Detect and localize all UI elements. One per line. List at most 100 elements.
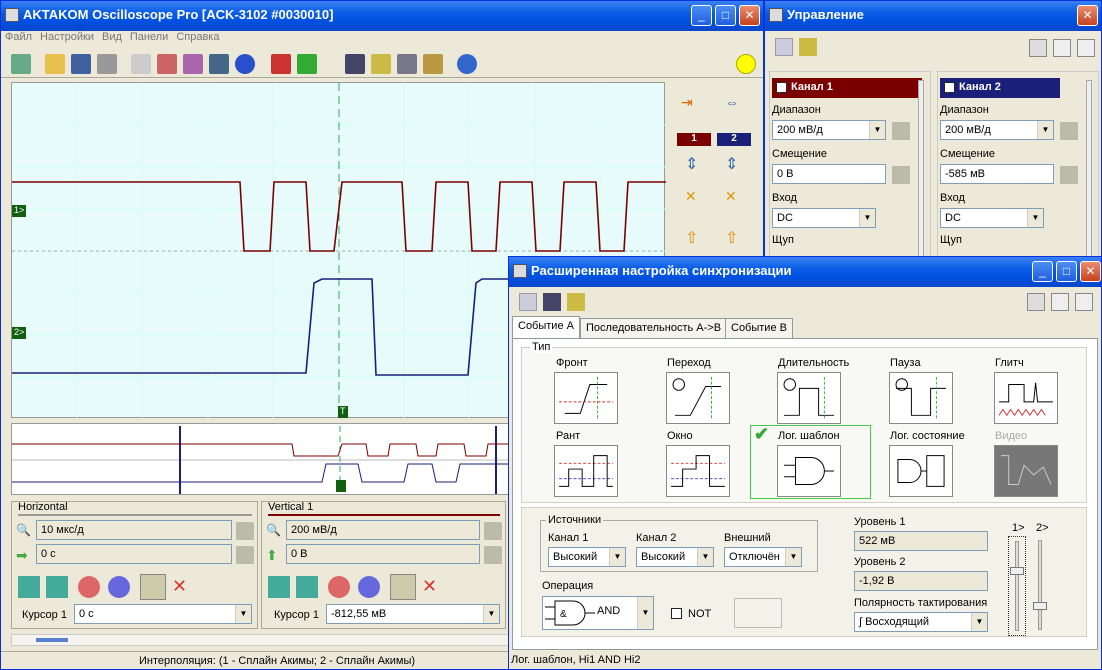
type-runt-button[interactable] [554,445,618,497]
ch1-input-select[interactable]: DC ▼ [772,208,876,228]
ch2-range-select[interactable]: 200 мВ/д ▼ [940,120,1054,140]
chevron-down-icon[interactable]: ▼ [1037,121,1053,139]
move-up-icon[interactable] [296,576,318,598]
compress-icon[interactable]: ⇥ [681,94,699,112]
sync-minimize-button[interactable]: _ [1032,261,1053,282]
minimize-button[interactable]: _ [691,5,712,26]
print-icon[interactable] [97,54,117,74]
sync-title-bar[interactable]: Расширенная настройка синхронизации [509,257,1101,287]
type-width-button[interactable] [777,372,841,424]
screen-icon[interactable] [209,54,229,74]
move-right-icon[interactable] [46,576,68,598]
src-ch1-select[interactable]: Высокий ▼ [548,547,626,567]
ch1-offset-field[interactable]: 0 В [772,164,886,184]
ch2-offset-field[interactable]: -585 мВ [940,164,1054,184]
save-icon[interactable] [71,54,91,74]
book-icon[interactable] [345,54,365,74]
expand-icon[interactable]: ⇔ [725,94,743,112]
h-cursor-select[interactable]: 0 с ▼ [74,604,252,624]
horizontal-scrollbar[interactable] [11,634,511,646]
channel2-checkbox[interactable]: ✔ [944,81,955,96]
ch2-offset-probe-icon[interactable] [1060,166,1078,184]
copy-icon[interactable] [131,54,151,74]
chevron-down-icon[interactable]: ▼ [859,209,875,227]
sync-maximize-button[interactable]: □ [1056,261,1077,282]
sync-min-icon[interactable] [1051,293,1069,311]
level2-field[interactable]: -1,92 В [854,571,988,591]
chevron-down-icon[interactable]: ▼ [235,605,251,623]
level2-slider[interactable] [1032,536,1050,636]
v-range-probe-icon[interactable] [484,522,502,540]
polarity-select[interactable]: ∫ Восходящий ▼ [854,612,988,632]
channel1-checkbox[interactable]: ✔ [776,81,787,96]
ctrl-minimize-icon[interactable] [1053,39,1071,57]
ch2-range-probe-icon[interactable] [1060,122,1078,140]
v-cursor-remove-icon[interactable]: ✕ [422,576,444,598]
control-title-bar[interactable]: Управление [765,1,1101,31]
close-button[interactable]: ✕ [739,5,760,26]
level1-slider[interactable] [1008,536,1026,636]
v-cursor-icon[interactable] [390,574,416,600]
v-offset-field[interactable]: 0 В [286,544,480,564]
chevron-down-icon[interactable]: ▼ [637,597,653,629]
menu-help[interactable]: Справка [176,31,219,43]
chevron-down-icon[interactable]: ▼ [697,548,713,566]
ch1-offset-probe-icon[interactable] [892,166,910,184]
sync-probe-icon[interactable] [567,293,585,311]
ch1-range-select[interactable]: 200 мВ/д ▼ [772,120,886,140]
tools-icon[interactable] [397,54,417,74]
open-icon[interactable] [45,54,65,74]
zoom-out-icon[interactable] [108,576,130,598]
level1-thumb[interactable] [1010,567,1024,575]
type-transition-button[interactable] [666,372,730,424]
trigger-marker[interactable]: T [340,406,346,416]
type-glitch-button[interactable] [994,372,1058,424]
ch1-slider[interactable] [918,80,924,258]
src-ext-select[interactable]: Отключён ▼ [724,547,802,567]
ch1-up-icon[interactable]: ⇧ [685,228,703,247]
sync-close-button[interactable]: ✕ [1080,261,1101,282]
v-offset-probe-icon[interactable] [484,546,502,564]
type-video-button[interactable] [994,445,1058,497]
operation-select[interactable]: & AND ▼ [542,596,654,630]
probe-tool-icon[interactable] [799,38,817,56]
ctrl-close-icon[interactable] [1077,39,1095,57]
ch2-shrink-icon[interactable]: ✕ [725,188,743,206]
cut-icon[interactable] [271,54,291,74]
v-range-field[interactable]: 200 мВ/д [286,520,480,540]
sync-x-icon[interactable] [1075,293,1093,311]
cursor-icon[interactable] [140,574,166,600]
channel2-header[interactable]: ✔ Канал 2 [940,78,1060,98]
v-zoom-in-icon[interactable] [328,576,350,598]
chevron-down-icon[interactable]: ▼ [1027,209,1043,227]
main-title-bar[interactable]: AKTAKOM Oscilloscope Pro [ACK-3102 #0030… [1,1,763,31]
chevron-down-icon[interactable]: ▼ [869,121,885,139]
move-down-icon[interactable] [268,576,290,598]
ch2-input-select[interactable]: DC ▼ [940,208,1044,228]
tab-event-b[interactable]: Событие B [725,318,793,338]
export-icon[interactable] [157,54,177,74]
channel1-header[interactable]: ✔ Канал 1 [772,78,922,98]
ch1-range-probe-icon[interactable] [892,122,910,140]
ch1-scale-icon[interactable]: ⇕ [685,154,703,173]
chevron-down-icon[interactable]: ▼ [785,548,801,566]
move-left-icon[interactable] [18,576,40,598]
level1-field[interactable]: 522 мВ [854,531,988,551]
type-logic-pattern-button[interactable] [777,445,841,497]
exit-icon[interactable] [11,54,31,74]
waveform-icon[interactable] [183,54,203,74]
info-icon[interactable] [457,54,477,74]
cursor-remove-icon[interactable]: ✕ [172,576,194,598]
ch1-shrink-icon[interactable]: ✕ [685,188,703,206]
v-cursor-select[interactable]: -812,55 мВ ▼ [326,604,500,624]
ch2-slider[interactable] [1086,80,1092,258]
menu-file[interactable]: Файл [5,31,32,43]
chevron-down-icon[interactable]: ▼ [483,605,499,623]
menu-settings[interactable]: Настройки [40,31,94,43]
overview-strip[interactable] [11,423,512,495]
control-close-button[interactable]: ✕ [1077,5,1098,26]
timebase-probe-icon[interactable] [236,522,254,540]
sync-star-icon[interactable] [519,293,537,311]
ch1-marker[interactable]: 1> [14,205,24,215]
ch2-scale-icon[interactable]: ⇕ [725,154,743,173]
